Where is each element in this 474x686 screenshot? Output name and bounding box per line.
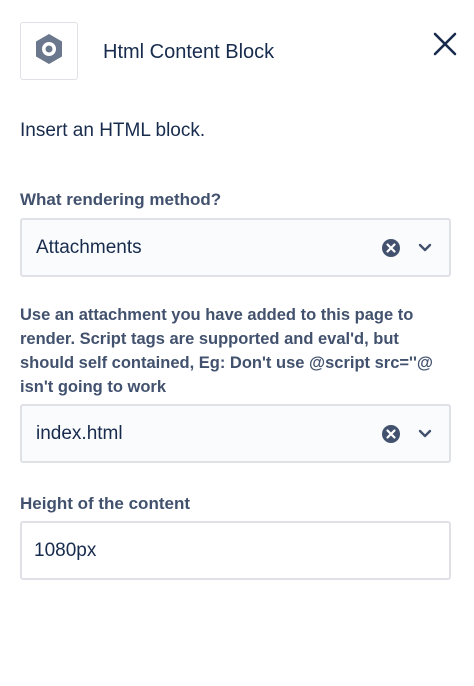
attachment-value: index.html <box>36 422 123 444</box>
help-text: Use an attachment you have added to this… <box>20 306 433 396</box>
chevron-down-icon[interactable] <box>415 422 435 446</box>
rendering-method-select[interactable]: Attachments <box>20 218 451 277</box>
rendering-method-label: What rendering method? <box>20 190 222 209</box>
block-logo <box>20 22 78 80</box>
rendering-method-value: Attachments <box>36 236 142 258</box>
attachment-select[interactable]: index.html <box>20 404 451 463</box>
panel-title: Html Content Block <box>103 40 275 63</box>
panel-header: Html Content Block <box>20 21 457 81</box>
height-input[interactable] <box>20 521 451 580</box>
hexagon-gear-icon <box>32 32 66 71</box>
close-icon <box>432 31 458 62</box>
close-button[interactable] <box>428 29 462 63</box>
chevron-down-icon[interactable] <box>415 236 435 260</box>
clear-icon[interactable] <box>379 236 403 260</box>
html-content-block-panel: Html Content Block Insert an HTML block.… <box>0 0 474 686</box>
height-label: Height of the content <box>20 494 190 513</box>
clear-icon[interactable] <box>379 422 403 446</box>
intro-text: Insert an HTML block. <box>20 120 206 141</box>
